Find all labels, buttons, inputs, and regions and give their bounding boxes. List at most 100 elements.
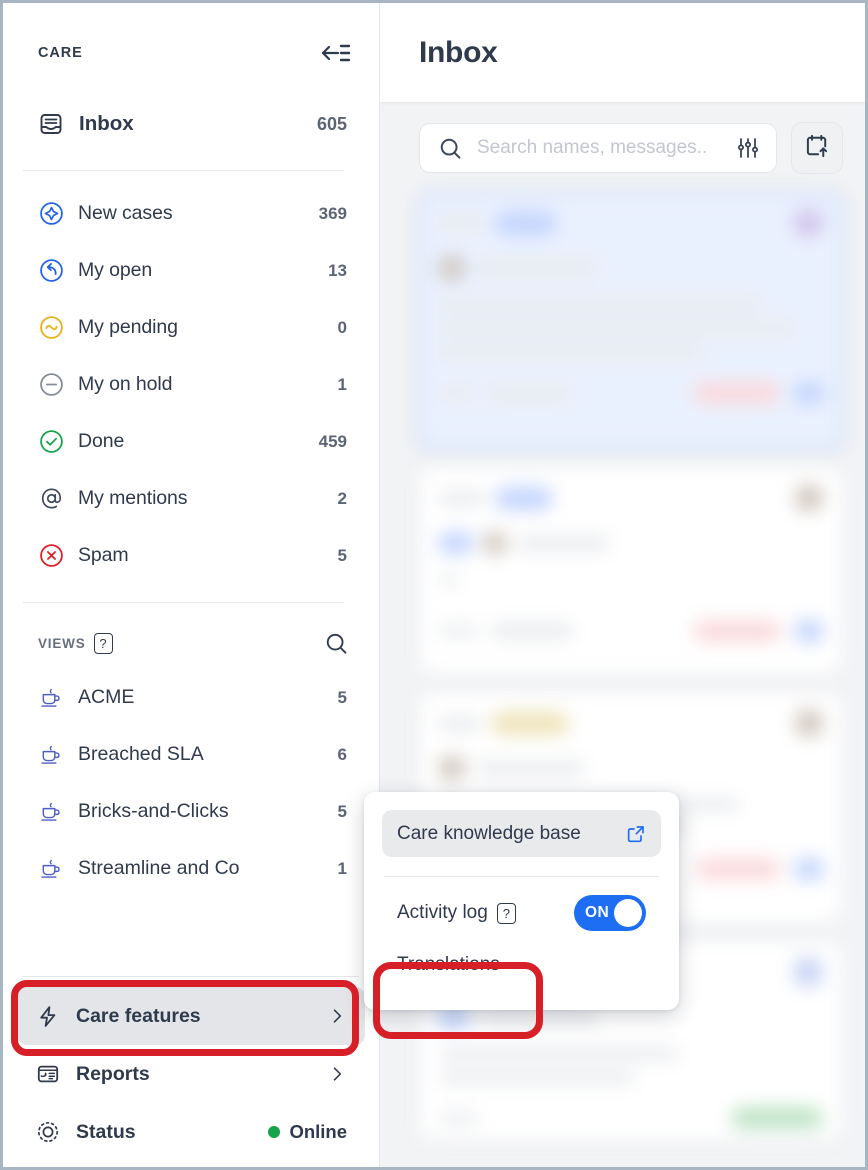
sidebar-item-label: My mentions — [78, 487, 188, 509]
card-status-badge — [693, 382, 781, 404]
avatar — [795, 709, 823, 737]
views-title: VIEWS — [38, 635, 86, 651]
sidebar-item-new-cases[interactable]: New cases 369 — [3, 185, 379, 242]
sidebar-item-count: 13 — [328, 260, 347, 280]
sidebar-item-count: 459 — [318, 431, 347, 451]
sidebar-view-label: Streamline and Co — [78, 857, 240, 879]
sidebar-item-count: 1 — [337, 374, 347, 394]
search-icon — [438, 136, 463, 161]
activity-log-toggle[interactable]: ON — [574, 895, 646, 931]
sidebar-item-count: 0 — [337, 317, 347, 337]
reports-icon — [35, 1061, 61, 1087]
sidebar-item-my-on-hold[interactable]: My on hold 1 — [3, 356, 379, 413]
card-footer-row — [439, 619, 823, 643]
collapse-left-icon[interactable] — [319, 36, 353, 70]
my-open-icon — [38, 258, 64, 284]
sidebar-item-inbox-count: 605 — [316, 113, 347, 134]
sidebar-view-label: ACME — [78, 686, 135, 708]
sidebar-item-care-features[interactable]: Care features — [17, 987, 365, 1045]
lightning-icon — [35, 1003, 61, 1029]
sidebar-header: CARE — [3, 3, 379, 102]
card-sender-name — [517, 535, 609, 551]
sidebar-item-count: 369 — [318, 203, 347, 223]
card-footer-chip — [491, 623, 573, 639]
done-icon — [38, 429, 64, 455]
sidebar-item-count: 2 — [337, 488, 347, 508]
status-icon — [35, 1119, 61, 1145]
toggle-knob — [614, 899, 642, 927]
calendar-export-icon — [804, 133, 830, 164]
search-box[interactable] — [419, 123, 777, 173]
sidebar-item-status-label: Status — [76, 1120, 136, 1143]
card-footer-chip — [489, 385, 571, 401]
app-window: CARE Inbox 605 New cases 369 My open 13 … — [0, 0, 868, 1170]
card-status-badge — [693, 620, 781, 642]
views-header: VIEWS ? — [3, 617, 379, 669]
sidebar-view-label: Bricks-and-Clicks — [78, 800, 229, 822]
sidebar-item-reports[interactable]: Reports — [17, 1045, 365, 1103]
status-dot-icon — [268, 1126, 281, 1138]
views-search-icon[interactable] — [324, 631, 349, 656]
conversation-card[interactable] — [419, 467, 843, 675]
card-action-chip — [795, 382, 823, 404]
sliders-filter-icon[interactable] — [736, 136, 760, 160]
card-header-row — [439, 709, 823, 737]
card-text-line — [439, 1071, 635, 1084]
sidebar-view-count: 5 — [337, 801, 347, 821]
card-footer-chip — [439, 1112, 477, 1124]
sidebar-item-my-pending[interactable]: My pending 0 — [3, 299, 379, 356]
card-text-line — [439, 573, 459, 585]
menu-item-label: Activity log — [397, 902, 488, 923]
avatar — [439, 255, 465, 281]
sidebar-view-count: 1 — [337, 858, 347, 878]
card-footer-row — [439, 1106, 823, 1130]
my-mentions-icon — [38, 486, 64, 512]
card-footer-chip — [439, 387, 475, 399]
sidebar-view-count: 6 — [337, 744, 347, 764]
menu-item-activity-log[interactable]: Activity log ? ON — [382, 886, 661, 940]
calendar-export-button[interactable] — [791, 122, 843, 174]
care-features-popup-menu: Care knowledge base Activity log ? ON Tr… — [364, 792, 679, 1010]
activity-log-help-icon[interactable]: ? — [496, 902, 516, 924]
sidebar-item-my-open[interactable]: My open 13 — [3, 242, 379, 299]
card-text-line — [439, 346, 703, 359]
sidebar-item-spam[interactable]: Spam 5 — [3, 527, 379, 584]
page-title: Inbox — [419, 35, 498, 69]
card-footer-row — [439, 381, 823, 405]
search-input[interactable] — [477, 137, 730, 159]
toolbar — [380, 102, 865, 174]
views-help-icon[interactable]: ? — [93, 632, 113, 654]
menu-item-label: Care knowledge base — [397, 822, 581, 844]
sidebar-view-acme[interactable]: ACME 5 — [3, 669, 379, 726]
card-sender-row — [439, 754, 823, 782]
chevron-right-icon — [327, 1064, 347, 1084]
sidebar-divider-3 — [23, 976, 359, 977]
sidebar-item-inbox-label: Inbox — [79, 112, 134, 135]
menu-item-care-knowledge-base[interactable]: Care knowledge base — [382, 810, 661, 857]
card-footer-chip — [439, 625, 477, 637]
card-header-row — [439, 208, 823, 238]
conversation-card[interactable] — [419, 192, 843, 450]
card-sender-name — [475, 760, 585, 776]
sidebar-bottom-section: Care features Reports Status Online — [3, 976, 379, 1167]
sidebar-item-label: New cases — [78, 202, 173, 224]
card-meta-chip — [439, 215, 485, 231]
card-preview-text — [439, 573, 823, 585]
sidebar-item-inbox[interactable]: Inbox 605 — [3, 102, 379, 146]
brand-title: CARE — [38, 44, 83, 61]
card-header-row — [439, 484, 823, 512]
my-on-hold-icon — [38, 372, 64, 398]
sidebar-view-bricks-and-clicks[interactable]: Bricks-and-Clicks 5 — [3, 783, 379, 840]
menu-item-label: Translations — [397, 954, 500, 975]
sidebar-item-done[interactable]: Done 459 — [3, 413, 379, 470]
menu-item-translations[interactable]: Translations — [382, 940, 661, 990]
sidebar-view-streamline-and-co[interactable]: Streamline and Co 1 — [3, 840, 379, 897]
sidebar-item-my-mentions[interactable]: My mentions 2 — [3, 470, 379, 527]
inbox-icon — [38, 111, 64, 137]
sidebar-view-breached-sla[interactable]: Breached SLA 6 — [3, 726, 379, 783]
avatar — [793, 208, 823, 238]
sidebar-item-status[interactable]: Status Online — [17, 1103, 365, 1161]
sidebar-item-label: My on hold — [78, 373, 173, 395]
sidebar-view-label: Breached SLA — [78, 743, 204, 765]
new-cases-icon — [38, 201, 64, 227]
